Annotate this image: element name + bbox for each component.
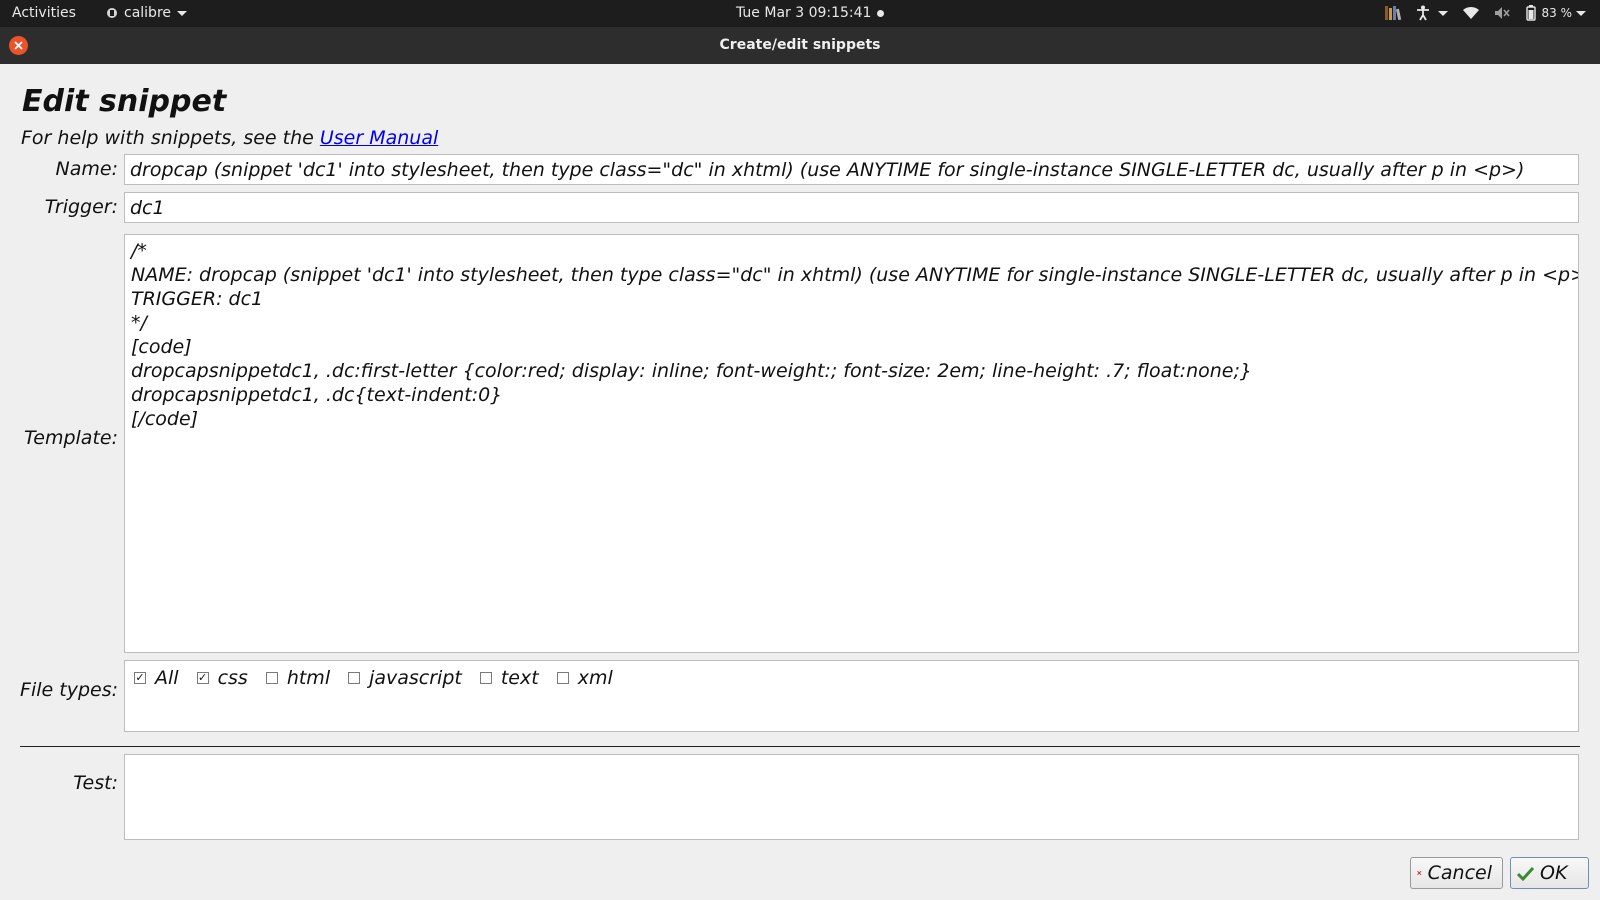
divider bbox=[20, 746, 1580, 747]
template-line: [code] bbox=[131, 336, 192, 358]
battery-percentage: 83 % bbox=[1541, 6, 1573, 20]
filetype-html-checkbox[interactable]: html bbox=[265, 667, 331, 689]
checkbox-unchecked-icon bbox=[348, 672, 361, 684]
app-menu-label: calibre bbox=[124, 5, 172, 21]
clock-label: Tue Mar 3 09:15:41 bbox=[736, 5, 872, 21]
template-line: TRIGGER: dc1 bbox=[131, 288, 264, 310]
calibre-icon bbox=[107, 8, 117, 18]
cancel-button[interactable]: Cancel bbox=[1410, 857, 1503, 889]
checkbox-unchecked-icon bbox=[556, 672, 569, 684]
user-manual-link[interactable]: User Manual bbox=[320, 127, 438, 149]
page-title: Edit snippet bbox=[22, 84, 227, 119]
name-input[interactable]: dropcap (snippet 'dc1' into stylesheet, … bbox=[124, 154, 1579, 185]
notification-dot-icon bbox=[877, 9, 885, 17]
chevron-down-icon bbox=[1576, 10, 1586, 16]
checkbox-checked-icon: ✓ bbox=[196, 671, 209, 684]
ok-button[interactable]: OK bbox=[1510, 857, 1589, 889]
template-line: NAME: dropcap (snippet 'dc1' into styles… bbox=[131, 264, 1579, 286]
battery-icon bbox=[1525, 5, 1536, 21]
books-icon[interactable] bbox=[1384, 4, 1402, 22]
help-text: For help with snippets, see the User Man… bbox=[21, 127, 438, 149]
template-line: dropcapsnippetdc1, .dc{text-indent:0} bbox=[131, 384, 503, 406]
template-label: Template: bbox=[24, 427, 118, 449]
filetype-javascript-checkbox[interactable]: javascript bbox=[348, 667, 462, 689]
template-editor[interactable]: /* NAME: dropcap (snippet 'dc1' into sty… bbox=[124, 234, 1579, 653]
system-top-bar: Activities calibre Tue Mar 3 09:15:41 83… bbox=[0, 0, 1600, 27]
edit-snippet-dialog: Edit snippet For help with snippets, see… bbox=[0, 64, 1600, 900]
trigger-label: Trigger: bbox=[44, 196, 118, 218]
clock[interactable]: Tue Mar 3 09:15:41 bbox=[736, 5, 885, 21]
window-title: Create/edit snippets bbox=[719, 37, 881, 53]
trigger-input[interactable]: dc1 bbox=[124, 192, 1579, 223]
name-label: Name: bbox=[55, 158, 118, 180]
wifi-icon[interactable] bbox=[1462, 6, 1480, 20]
template-line: /* bbox=[131, 240, 147, 262]
filetype-xml-checkbox[interactable]: xml bbox=[556, 667, 613, 689]
filetype-label: css bbox=[217, 667, 248, 689]
volume-muted-icon[interactable] bbox=[1494, 6, 1510, 20]
accessibility-icon bbox=[1416, 5, 1429, 21]
system-tray[interactable]: 83 % bbox=[1384, 4, 1586, 22]
filetype-label: javascript bbox=[369, 667, 462, 689]
checkbox-checked-icon: ✓ bbox=[134, 671, 146, 684]
window-title-bar: Create/edit snippets bbox=[0, 27, 1600, 64]
accessibility-menu[interactable] bbox=[1416, 5, 1448, 21]
battery-menu[interactable]: 83 % bbox=[1524, 5, 1586, 21]
file-types-label: File types: bbox=[20, 679, 118, 701]
activities-button[interactable]: Activities bbox=[12, 5, 76, 21]
test-label: Test: bbox=[73, 772, 118, 794]
file-types-row: ✓ All ✓ css html javascript text xml bbox=[134, 667, 631, 689]
cancel-icon bbox=[1417, 870, 1422, 876]
chevron-down-icon bbox=[1437, 10, 1448, 16]
template-line: dropcapsnippetdc1, .dc:first-letter {col… bbox=[131, 360, 1252, 382]
filetype-label: xml bbox=[577, 667, 613, 689]
test-input[interactable] bbox=[124, 754, 1579, 840]
checkbox-unchecked-icon bbox=[479, 672, 492, 684]
filetype-all-checkbox[interactable]: ✓ All bbox=[134, 667, 179, 689]
template-line: [/code] bbox=[131, 408, 199, 430]
template-line: */ bbox=[131, 312, 147, 334]
filetype-label: All bbox=[155, 667, 179, 689]
checkbox-unchecked-icon bbox=[265, 672, 278, 684]
cancel-button-label: Cancel bbox=[1427, 862, 1492, 884]
checkmark-icon bbox=[1517, 866, 1534, 881]
filetype-css-checkbox[interactable]: ✓ css bbox=[196, 667, 248, 689]
filetype-label: html bbox=[286, 667, 331, 689]
help-text-prefix: For help with snippets, see the bbox=[21, 127, 320, 149]
filetype-text-checkbox[interactable]: text bbox=[479, 667, 539, 689]
ok-button-label: OK bbox=[1540, 862, 1568, 884]
chevron-down-icon bbox=[177, 10, 188, 16]
filetype-label: text bbox=[500, 667, 539, 689]
app-menu[interactable]: calibre bbox=[106, 5, 188, 21]
file-types-group: ✓ All ✓ css html javascript text xml bbox=[124, 660, 1579, 732]
